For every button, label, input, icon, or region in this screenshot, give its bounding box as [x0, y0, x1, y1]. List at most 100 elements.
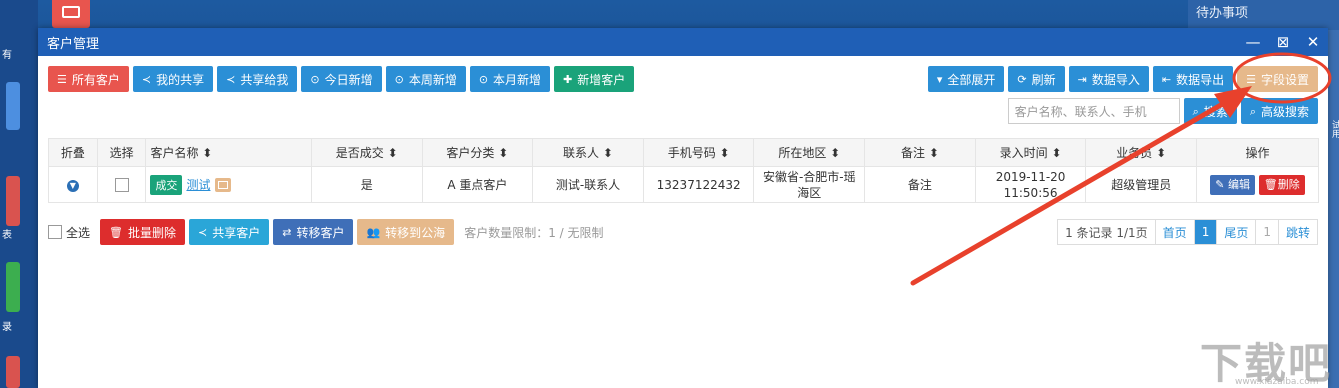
advanced-search-button[interactable]: ⌕ 高级搜索	[1240, 98, 1318, 124]
remark-cell: 备注	[864, 166, 976, 203]
column-header[interactable]: 联系人 ⬍	[532, 138, 644, 167]
column-header[interactable]: 客户名称 ⬍	[145, 138, 312, 167]
list-icon: ☰	[57, 72, 67, 86]
plus-icon: ✚	[563, 72, 573, 86]
sort-icon[interactable]: ⬍	[1051, 146, 1061, 160]
toolbar-button[interactable]: ⊙ 本月新增	[469, 66, 551, 92]
clock-icon: ⊙	[310, 72, 320, 86]
customer-name-cell: 成交 测试	[145, 166, 312, 203]
trash-icon: 🗑	[1263, 177, 1278, 191]
column-header[interactable]: 客户分类 ⬍	[421, 138, 534, 167]
column-header[interactable]: 录入时间 ⬍	[974, 138, 1087, 167]
dock-tile[interactable]	[6, 262, 20, 312]
toolbar-button-label: 今日新增	[324, 72, 373, 87]
app-icon[interactable]	[52, 0, 90, 28]
dock-letter: 有	[2, 50, 12, 61]
dock-tile[interactable]	[6, 82, 20, 130]
toolbar-button-label: 本周新增	[408, 72, 457, 87]
clock-icon: ⊙	[478, 72, 489, 86]
field-settings-button[interactable]: ☰ 字段设置	[1237, 66, 1318, 92]
column-header[interactable]: 所在地区 ⬍	[753, 138, 866, 167]
share-customer-button[interactable]: ≺ 共享客户	[189, 219, 270, 245]
minimize-icon[interactable]: —	[1238, 33, 1268, 51]
toolbar-button[interactable]: ✚ 新增客户	[554, 66, 635, 92]
column-header[interactable]: 是否成交 ⬍	[310, 138, 423, 167]
pager-summary: 1 条记录 1/1页	[1065, 225, 1148, 240]
chevron-down-icon[interactable]: ▼	[66, 180, 79, 192]
collapse-cell[interactable]: ▼	[48, 166, 98, 203]
search-row: 客户名称、联系人、手机 ⌕ 搜索 ⌕ 高级搜索	[1007, 98, 1318, 124]
advanced-search-label: 高级搜索	[1260, 104, 1309, 119]
transfer-icon: ⇄	[282, 225, 292, 239]
pager-current[interactable]: 1	[1193, 220, 1217, 244]
sort-icon[interactable]: ⬍	[603, 146, 613, 160]
customer-name-link[interactable]: 测试	[186, 178, 210, 192]
sort-icon[interactable]: ⬍	[1156, 146, 1166, 160]
sort-icon[interactable]: ⬍	[202, 146, 212, 160]
maximize-icon[interactable]: ⊠	[1268, 33, 1298, 51]
batch-delete-button[interactable]: 🗑 批量删除	[100, 219, 185, 245]
move-to-public-button[interactable]: 👥 转移到公海	[357, 219, 455, 245]
column-header[interactable]: 备注 ⬍	[864, 138, 976, 167]
toolbar-button-label: 共享给我	[240, 72, 289, 87]
pager-page-input[interactable]: 1	[1255, 220, 1278, 244]
entry-time-cell: 2019-11-20 11:50:56	[974, 166, 1087, 203]
salesperson-cell: 超级管理员	[1085, 166, 1198, 203]
toolbar-button[interactable]: ⊙ 今日新增	[301, 66, 382, 92]
sort-icon[interactable]: ⬍	[830, 146, 840, 160]
pager-first[interactable]: 首页	[1154, 220, 1194, 244]
clock-icon: ⊙	[394, 72, 404, 86]
search-input[interactable]: 客户名称、联系人、手机	[1007, 98, 1180, 124]
toolbar-button[interactable]: ☰ 所有客户	[48, 66, 129, 92]
row-checkbox[interactable]	[114, 177, 129, 192]
search-icon: ⌕	[1192, 104, 1199, 118]
toolbar-button[interactable]: ▾ 全部展开	[927, 66, 1005, 92]
filter-toolbar: ☰ 所有客户 ≺ 我的共享 ≺ 共享给我 ⊙ 今日新增 ⊙ 本周新增 ⊙ 本月新增 ✚ 新增客户	[48, 66, 635, 92]
toolbar-button[interactable]: ⇥ 数据导入	[1068, 66, 1149, 92]
window-titlebar[interactable]: 客户管理 — ⊠ ✕	[38, 28, 1328, 56]
delete-button[interactable]: 🗑删除	[1258, 174, 1305, 195]
users-icon: 👥	[366, 225, 381, 239]
table-row: ▼ 成交 测试 是 A 重点客户 测试-联系人 13237122432 安徽省-合…	[48, 166, 1319, 203]
toolbar-button[interactable]: ⊙ 本周新增	[385, 66, 466, 92]
todo-label: 待办事项	[1196, 6, 1249, 21]
dock-tile[interactable]	[6, 176, 20, 226]
phone-cell: 13237122432	[642, 166, 755, 203]
close-icon[interactable]: ✕	[1298, 33, 1328, 51]
toolbar-button[interactable]: ⟳ 刷新	[1008, 66, 1065, 92]
mail-icon[interactable]	[215, 178, 232, 192]
sort-icon[interactable]: ⬍	[388, 146, 398, 160]
toolbar-button[interactable]: ⇤ 数据导出	[1152, 66, 1234, 92]
select-cell[interactable]	[96, 166, 147, 203]
pager-last[interactable]: 尾页	[1216, 220, 1255, 244]
toolbar-button-label: 本月新增	[493, 72, 542, 87]
toolbar-button[interactable]: ≺ 我的共享	[132, 66, 214, 92]
operation-cell: ✎ 编辑 🗑删除	[1196, 166, 1319, 203]
select-all-checkbox[interactable]	[48, 225, 62, 239]
sort-icon[interactable]: ⬍	[929, 146, 939, 160]
column-header[interactable]: 业务员 ⬍	[1085, 138, 1198, 167]
toolbar-button-label: 所有客户	[71, 72, 120, 87]
sort-icon[interactable]: ⬍	[720, 146, 730, 160]
pager-jump[interactable]: 跳转	[1277, 220, 1317, 244]
transfer-customer-button[interactable]: ⇄ 转移客户	[273, 219, 354, 245]
column-header[interactable]: 手机号码 ⬍	[642, 138, 755, 167]
todo-panel[interactable]: 待办事项	[1188, 0, 1339, 30]
caret-down-icon: ▾	[936, 72, 943, 86]
table-header-row: 折叠 选择 客户名称 ⬍ 是否成交 ⬍ 客户分类 ⬍ 联系人 ⬍ 手机号码 ⬍ …	[48, 138, 1319, 167]
dock-tile[interactable]	[6, 356, 20, 388]
desktop-left-dock: 有 表 录	[0, 0, 38, 388]
export-icon: ⇤	[1161, 72, 1172, 86]
toolbar-button[interactable]: ≺ 共享给我	[217, 66, 298, 92]
edit-icon: ✎	[1215, 177, 1225, 191]
toolbar-button-label: 新增客户	[577, 72, 626, 87]
edge-label: 试用	[1330, 120, 1339, 138]
toolbar-button-label: 刷新	[1031, 72, 1056, 87]
toolbar-button-label: 数据导出	[1176, 72, 1225, 87]
category-cell: A 重点客户	[421, 166, 534, 203]
sort-icon[interactable]: ⬍	[498, 146, 508, 160]
edit-button[interactable]: ✎ 编辑	[1210, 174, 1255, 195]
search-button[interactable]: ⌕ 搜索	[1183, 98, 1237, 124]
search-button-label: 搜索	[1203, 104, 1228, 119]
action-toolbar: ▾ 全部展开 ⟳ 刷新 ⇥ 数据导入 ⇤ 数据导出 ☰ 字段设置	[927, 66, 1318, 92]
